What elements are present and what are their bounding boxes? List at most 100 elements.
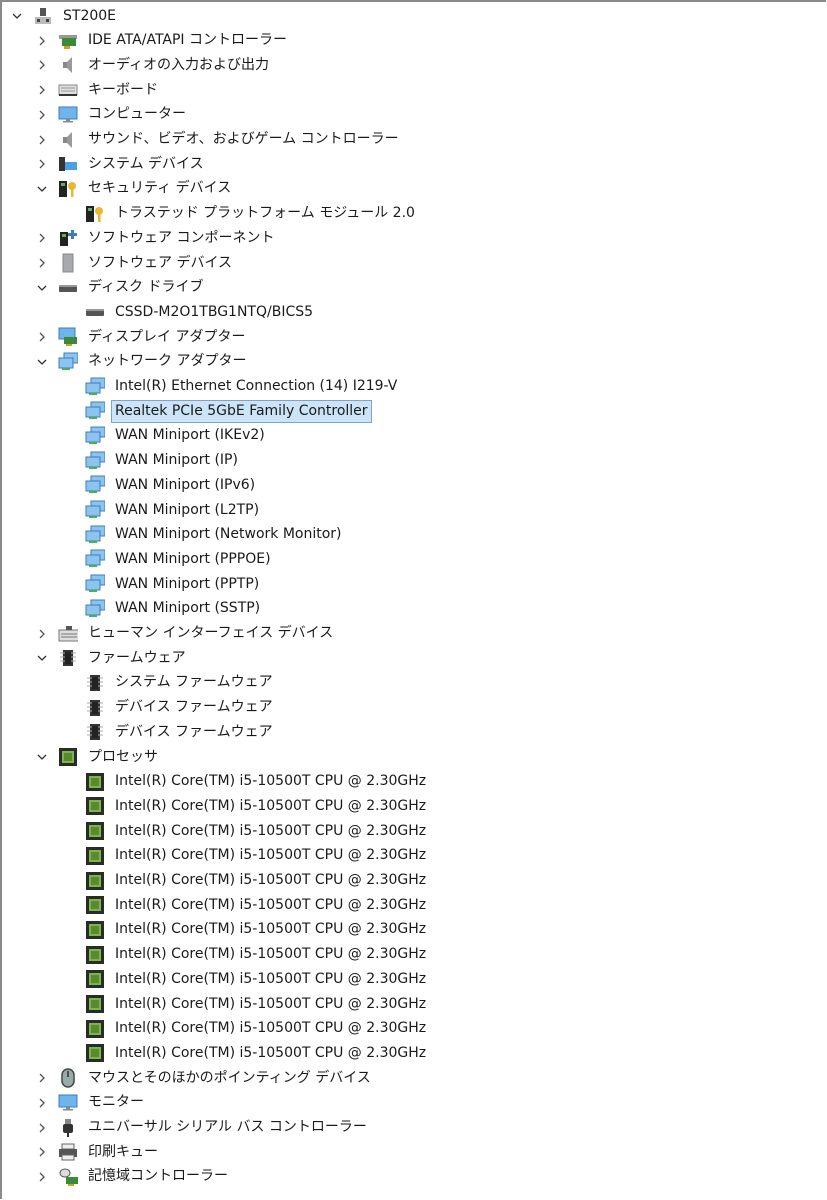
chevron-right-icon[interactable]: [35, 627, 49, 641]
chevron-right-icon[interactable]: [35, 34, 49, 48]
tree-item-label[interactable]: ST200E: [59, 5, 120, 28]
tree-item-label[interactable]: 記憶域コントローラー: [84, 1165, 232, 1188]
tree-item-label[interactable]: デバイス ファームウェア: [111, 721, 277, 744]
tree-leaf-item[interactable]: Intel(R) Core(TM) i5-10500T CPU @ 2.30GH…: [0, 918, 430, 942]
tree-leaf-item[interactable]: デバイス ファームウェア: [0, 696, 277, 720]
tree-item-label[interactable]: ソフトウェア デバイス: [84, 252, 236, 275]
tree-leaf-item[interactable]: Intel(R) Core(TM) i5-10500T CPU @ 2.30GH…: [0, 967, 430, 991]
tree-item-label[interactable]: CSSD-M2O1TBG1NTQ/BICS5: [111, 301, 317, 324]
chevron-right-icon[interactable]: [35, 1096, 49, 1110]
tree-category-item[interactable]: ヒューマン インターフェイス デバイス: [0, 622, 337, 646]
chevron-down-icon[interactable]: [35, 355, 49, 369]
tree-leaf-item[interactable]: Intel(R) Ethernet Connection (14) I219-V: [0, 375, 401, 399]
tree-category-item[interactable]: キーボード: [0, 78, 162, 102]
tree-item-label[interactable]: ディスプレイ アダプター: [84, 326, 249, 349]
tree-item-label[interactable]: WAN Miniport (PPTP): [111, 573, 263, 596]
chevron-right-icon[interactable]: [35, 1145, 49, 1159]
tree-item-label[interactable]: Intel(R) Core(TM) i5-10500T CPU @ 2.30GH…: [111, 844, 430, 867]
tree-leaf-item[interactable]: トラステッド プラットフォーム モジュール 2.0: [0, 202, 419, 226]
tree-item-label[interactable]: WAN Miniport (Network Monitor): [111, 523, 346, 546]
tree-category-item[interactable]: 記憶域コントローラー: [0, 1165, 232, 1189]
tree-item-label[interactable]: Intel(R) Core(TM) i5-10500T CPU @ 2.30GH…: [111, 968, 430, 991]
tree-category-item[interactable]: モニター: [0, 1091, 148, 1115]
tree-item-label[interactable]: Intel(R) Core(TM) i5-10500T CPU @ 2.30GH…: [111, 918, 430, 941]
tree-category-item[interactable]: ファームウェア: [0, 646, 190, 670]
tree-item-label[interactable]: サウンド、ビデオ、およびゲーム コントローラー: [84, 128, 403, 151]
chevron-down-icon[interactable]: [35, 750, 49, 764]
tree-category-item[interactable]: ネットワーク アダプター: [0, 350, 250, 374]
tree-item-label[interactable]: セキュリティ デバイス: [84, 177, 235, 200]
chevron-right-icon[interactable]: [35, 83, 49, 97]
chevron-right-icon[interactable]: [35, 1170, 49, 1184]
tree-category-item[interactable]: プロセッサ: [0, 745, 162, 769]
chevron-right-icon[interactable]: [35, 133, 49, 147]
tree-category-item[interactable]: 印刷キュー: [0, 1140, 162, 1164]
tree-item-label[interactable]: トラステッド プラットフォーム モジュール 2.0: [111, 202, 419, 225]
tree-leaf-item[interactable]: CSSD-M2O1TBG1NTQ/BICS5: [0, 300, 317, 324]
tree-item-label[interactable]: Intel(R) Core(TM) i5-10500T CPU @ 2.30GH…: [111, 770, 430, 793]
tree-item-label[interactable]: プロセッサ: [84, 746, 162, 769]
tree-item-label[interactable]: Intel(R) Core(TM) i5-10500T CPU @ 2.30GH…: [111, 1017, 430, 1040]
tree-item-label[interactable]: 印刷キュー: [84, 1141, 162, 1164]
tree-item-label[interactable]: WAN Miniport (SSTP): [111, 597, 264, 620]
tree-leaf-item[interactable]: WAN Miniport (IKEv2): [0, 424, 269, 448]
tree-item-label[interactable]: Realtek PCIe 5GbE Family Controller: [111, 399, 372, 423]
tree-item-label[interactable]: ディスク ドライブ: [84, 276, 207, 299]
tree-leaf-item[interactable]: WAN Miniport (PPPOE): [0, 547, 275, 571]
tree-leaf-item[interactable]: Intel(R) Core(TM) i5-10500T CPU @ 2.30GH…: [0, 819, 430, 843]
tree-category-item[interactable]: IDE ATA/ATAPI コントローラー: [0, 29, 291, 53]
tree-category-item[interactable]: コンピューター: [0, 103, 190, 127]
tree-category-item[interactable]: ユニバーサル シリアル バス コントローラー: [0, 1116, 371, 1140]
tree-leaf-item[interactable]: WAN Miniport (PPTP): [0, 572, 263, 596]
tree-item-label[interactable]: ファームウェア: [84, 647, 190, 670]
chevron-right-icon[interactable]: [35, 58, 49, 72]
tree-item-label[interactable]: モニター: [84, 1091, 148, 1114]
tree-item-label[interactable]: WAN Miniport (IPv6): [111, 474, 259, 497]
tree-leaf-item[interactable]: Intel(R) Core(TM) i5-10500T CPU @ 2.30GH…: [0, 844, 430, 868]
tree-leaf-item[interactable]: WAN Miniport (IPv6): [0, 473, 259, 497]
tree-category-item[interactable]: システム デバイス: [0, 152, 208, 176]
chevron-down-icon[interactable]: [35, 651, 49, 665]
tree-leaf-item[interactable]: Intel(R) Core(TM) i5-10500T CPU @ 2.30GH…: [0, 1017, 430, 1041]
chevron-right-icon[interactable]: [35, 1121, 49, 1135]
tree-item-label[interactable]: システム デバイス: [84, 153, 208, 176]
chevron-down-icon[interactable]: [35, 281, 49, 295]
tree-leaf-item[interactable]: Intel(R) Core(TM) i5-10500T CPU @ 2.30GH…: [0, 943, 430, 967]
tree-category-item[interactable]: オーディオの入力および出力: [0, 53, 273, 77]
chevron-right-icon[interactable]: [35, 108, 49, 122]
tree-category-item[interactable]: ソフトウェア デバイス: [0, 251, 236, 275]
tree-leaf-item[interactable]: WAN Miniport (IP): [0, 449, 242, 473]
tree-category-item[interactable]: マウスとそのほかのポインティング デバイス: [0, 1066, 375, 1090]
chevron-down-icon[interactable]: [10, 9, 24, 23]
tree-item-label[interactable]: Intel(R) Core(TM) i5-10500T CPU @ 2.30GH…: [111, 894, 430, 917]
chevron-down-icon[interactable]: [35, 182, 49, 196]
tree-leaf-item[interactable]: Intel(R) Core(TM) i5-10500T CPU @ 2.30GH…: [0, 794, 430, 818]
tree-leaf-item[interactable]: Intel(R) Core(TM) i5-10500T CPU @ 2.30GH…: [0, 893, 430, 917]
tree-leaf-item[interactable]: Realtek PCIe 5GbE Family Controller: [0, 399, 372, 423]
tree-leaf-item[interactable]: システム ファームウェア: [0, 671, 277, 695]
tree-item-label[interactable]: システム ファームウェア: [111, 671, 277, 694]
tree-category-item[interactable]: ディスク ドライブ: [0, 276, 207, 300]
tree-category-item[interactable]: ディスプレイ アダプター: [0, 325, 249, 349]
chevron-right-icon[interactable]: [35, 157, 49, 171]
tree-leaf-item[interactable]: デバイス ファームウェア: [0, 720, 277, 744]
tree-leaf-item[interactable]: Intel(R) Core(TM) i5-10500T CPU @ 2.30GH…: [0, 770, 430, 794]
chevron-right-icon[interactable]: [35, 1071, 49, 1085]
tree-item-label[interactable]: WAN Miniport (IP): [111, 449, 242, 472]
tree-item-label[interactable]: コンピューター: [84, 103, 190, 126]
tree-category-item[interactable]: ST200E: [0, 4, 120, 28]
tree-category-item[interactable]: サウンド、ビデオ、およびゲーム コントローラー: [0, 128, 403, 152]
chevron-right-icon[interactable]: [35, 256, 49, 270]
tree-leaf-item[interactable]: Intel(R) Core(TM) i5-10500T CPU @ 2.30GH…: [0, 1041, 430, 1065]
tree-item-label[interactable]: デバイス ファームウェア: [111, 696, 277, 719]
tree-item-label[interactable]: Intel(R) Core(TM) i5-10500T CPU @ 2.30GH…: [111, 1042, 430, 1065]
tree-item-label[interactable]: キーボード: [84, 79, 162, 102]
chevron-right-icon[interactable]: [35, 231, 49, 245]
tree-item-label[interactable]: Intel(R) Ethernet Connection (14) I219-V: [111, 375, 401, 398]
tree-item-label[interactable]: ユニバーサル シリアル バス コントローラー: [84, 1116, 371, 1139]
tree-leaf-item[interactable]: WAN Miniport (L2TP): [0, 498, 263, 522]
tree-category-item[interactable]: ソフトウェア コンポーネント: [0, 226, 278, 250]
tree-category-item[interactable]: セキュリティ デバイス: [0, 177, 235, 201]
tree-leaf-item[interactable]: WAN Miniport (Network Monitor): [0, 523, 346, 547]
tree-item-label[interactable]: マウスとそのほかのポインティング デバイス: [84, 1067, 375, 1090]
